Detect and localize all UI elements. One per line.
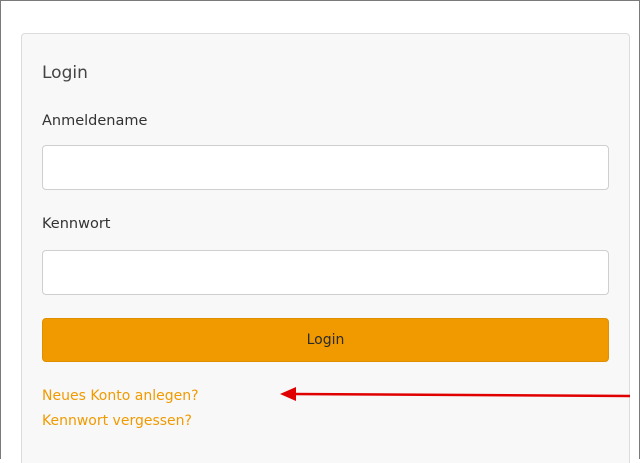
login-panel-title: Login xyxy=(42,63,88,83)
login-button[interactable]: Login xyxy=(42,318,609,362)
username-label: Anmeldename xyxy=(42,113,148,129)
password-input[interactable] xyxy=(42,250,609,295)
username-input[interactable] xyxy=(42,145,609,190)
password-label: Kennwort xyxy=(42,216,111,232)
forgot-password-link[interactable]: Kennwort vergessen? xyxy=(42,413,192,429)
register-link[interactable]: Neues Konto anlegen? xyxy=(42,388,199,404)
